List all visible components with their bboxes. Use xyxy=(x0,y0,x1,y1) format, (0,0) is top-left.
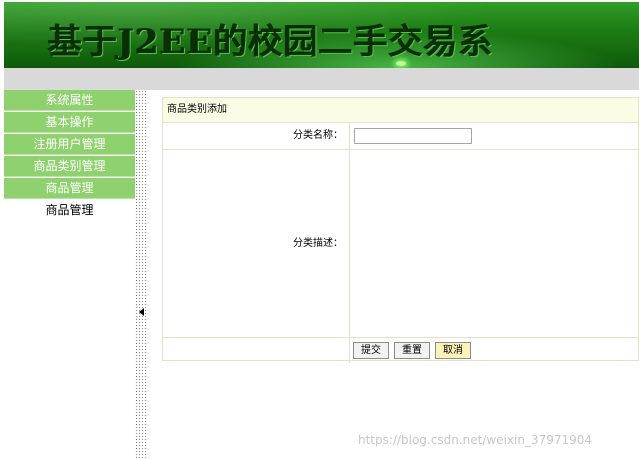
category-description-row: 分类描述： xyxy=(163,150,638,338)
banner-glow-decoration xyxy=(396,61,406,66)
form-title: 商品类别添加 xyxy=(163,98,638,123)
site-title: 基于J2EE的校园二手交易系 xyxy=(48,22,494,62)
sidebar-subitem-goods-management[interactable]: 商品管理 xyxy=(4,200,135,220)
watermark-text: https://blog.csdn.net/weixin_37971904 xyxy=(358,433,593,447)
sidebar-item-basic-operations[interactable]: 基本操作 xyxy=(4,112,135,133)
category-name-label: 分类名称： xyxy=(163,123,350,149)
submit-button[interactable]: 提交 xyxy=(353,342,389,359)
sidebar-item-user-management[interactable]: 注册用户管理 xyxy=(4,134,135,155)
category-name-cell xyxy=(350,123,638,149)
actions-cell: 提交 重置 取消 xyxy=(350,338,638,363)
actions-label-cell xyxy=(163,338,350,363)
category-description-editor[interactable] xyxy=(350,150,638,337)
sidebar-item-system-properties[interactable]: 系统属性 xyxy=(4,90,135,111)
toolbar-strip xyxy=(4,68,639,90)
cancel-button[interactable]: 取消 xyxy=(435,342,471,359)
category-description-label: 分类描述： xyxy=(163,150,350,337)
collapse-arrow-icon[interactable] xyxy=(139,308,144,316)
header-banner: 基于J2EE的校园二手交易系 xyxy=(4,2,639,68)
sidebar-splitter[interactable] xyxy=(135,90,148,459)
sidebar-item-goods-management[interactable]: 商品管理 xyxy=(4,178,135,199)
category-name-row: 分类名称： xyxy=(163,123,638,150)
sidebar: 系统属性 基本操作 注册用户管理 商品类别管理 商品管理 商品管理 xyxy=(4,90,135,221)
category-name-input[interactable] xyxy=(354,128,472,144)
form-actions-row: 提交 重置 取消 xyxy=(163,338,638,363)
category-add-form: 商品类别添加 分类名称： 分类描述： 提交 重置 取消 xyxy=(162,97,639,363)
sidebar-item-category-management[interactable]: 商品类别管理 xyxy=(4,156,135,177)
reset-button[interactable]: 重置 xyxy=(394,342,430,359)
